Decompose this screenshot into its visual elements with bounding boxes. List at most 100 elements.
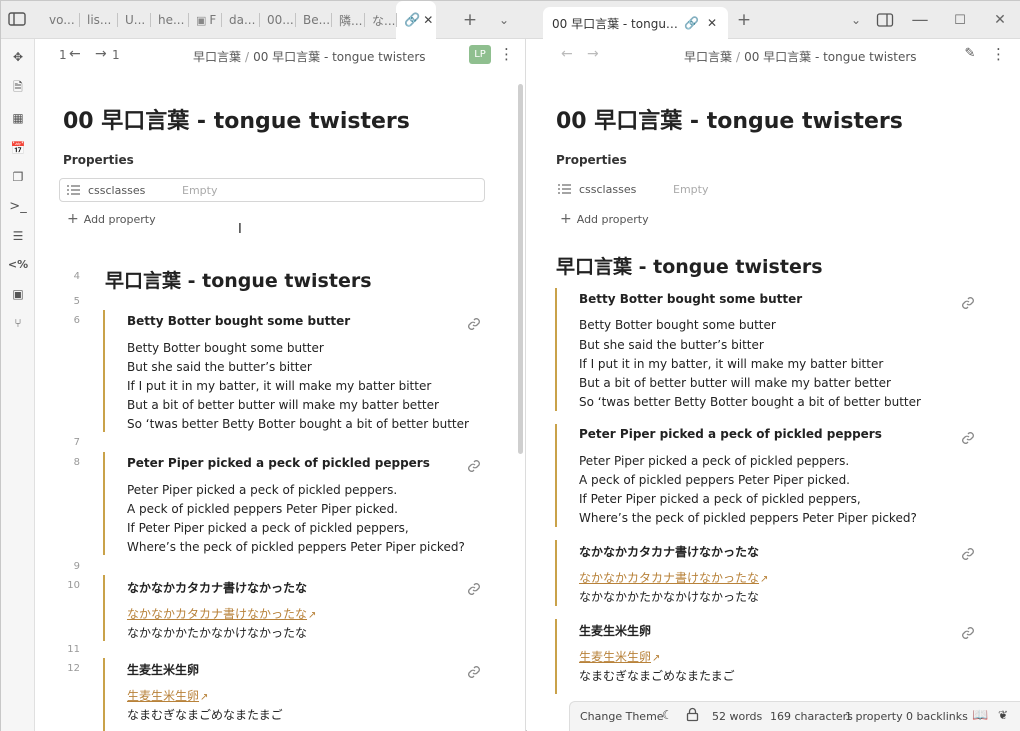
new-tab-icon[interactable]: + [734, 10, 754, 30]
callout-line: Where’s the peck of pickled peppers Pete… [127, 540, 465, 554]
external-link[interactable]: 生麦生米生卵↗ [579, 648, 660, 665]
canvas-icon[interactable]: ▦ [9, 109, 27, 127]
maximize-icon[interactable]: ☐ [950, 10, 970, 30]
tab-1[interactable]: lis... [79, 1, 117, 39]
callout-title: 生麦生米生卵 [579, 624, 652, 638]
property-key[interactable]: cssclasses [88, 184, 145, 197]
link-icon[interactable] [466, 664, 482, 680]
external-link[interactable]: 生麦生米生卵↗ [127, 687, 208, 704]
tab-6[interactable]: 00... [259, 1, 295, 39]
graph-view-icon[interactable]: ✥ [9, 48, 27, 66]
more-options-icon[interactable]: ⋮ [499, 45, 514, 63]
forward-arrow-icon[interactable]: → [587, 46, 599, 62]
tab-5[interactable]: da... [221, 1, 259, 39]
callout-betty-botter[interactable]: Betty Botter bought some butter Betty Bo… [103, 310, 489, 432]
tab-4[interactable]: ▣ F [188, 1, 221, 39]
breadcrumb-file[interactable]: 00 早口言葉 - tongue twisters [253, 50, 426, 64]
callout-peter-piper[interactable]: Peter Piper picked a peck of pickled pep… [103, 452, 489, 555]
change-theme-button[interactable]: Change Theme [580, 710, 664, 723]
moon-icon[interactable]: ☾ [662, 708, 673, 722]
tab-3[interactable]: he... [150, 1, 188, 39]
callout-betty-botter[interactable]: Betty Botter bought some butter Betty Bo… [555, 288, 985, 411]
calendar-icon[interactable]: 📅 [9, 139, 27, 157]
callout-line: So ‘twas better Betty Botter bought a bi… [127, 417, 469, 431]
open-quick-switcher-icon[interactable]: 🗎 [9, 79, 27, 97]
link-icon[interactable] [466, 581, 482, 597]
templater-icon[interactable]: <% [8, 255, 28, 273]
external-link[interactable]: なかなかカタカナ書けなかったな↗ [127, 605, 316, 622]
link-icon[interactable] [466, 316, 482, 332]
tab-7[interactable]: Be... [295, 1, 331, 39]
add-property-label: Add property [83, 213, 156, 226]
sync-feather-icon[interactable]: ❦ [998, 708, 1008, 722]
right-tab-active[interactable]: 00 早口言葉 - tongue t... 🔗 ✕ [543, 7, 728, 39]
external-link-icon: ↗ [200, 692, 209, 703]
external-link[interactable]: なかなかカタカナ書けなかったな↗ [579, 569, 768, 586]
callout-line: Where’s the peck of pickled peppers Pete… [579, 511, 917, 525]
tab-9[interactable]: な... [364, 1, 396, 39]
property-value-input[interactable]: Empty [182, 184, 217, 197]
new-tab-icon[interactable]: + [460, 10, 480, 30]
minimize-icon[interactable]: — [910, 10, 930, 30]
close-icon[interactable]: ✕ [707, 16, 717, 30]
view-header: 1 ← → 1 早口言葉/00 早口言葉 - tongue twisters L… [35, 39, 525, 71]
tab-8[interactable]: 隣... [331, 1, 364, 39]
book-icon[interactable]: 📖 [972, 708, 988, 723]
link-icon[interactable] [466, 458, 482, 474]
callout-namamugi[interactable]: 生麦生米生卵 生麦生米生卵↗ なまむぎなまごめなまたまご [555, 619, 985, 694]
callout-line: なまむぎなまごめなまたまご [127, 708, 283, 722]
callout-title: Peter Piper picked a peck of pickled pep… [579, 427, 882, 441]
forward-arrow-icon[interactable]: → [95, 46, 107, 62]
tab-2[interactable]: U... [117, 1, 150, 39]
status-bar: Change Theme ☾ 52 words 169 characters 1… [569, 701, 1020, 731]
git-branch-icon[interactable]: ⑂ [9, 314, 27, 332]
new-note-icon[interactable]: ☰ [9, 227, 27, 245]
close-icon[interactable]: ✕ [423, 13, 433, 27]
live-preview-badge[interactable]: LP [469, 45, 491, 64]
note-title[interactable]: 00 早口言葉 - tongue twisters [63, 103, 410, 135]
breadcrumb-folder[interactable]: 早口言葉 [193, 50, 241, 64]
property-key[interactable]: cssclasses [579, 183, 636, 196]
window-close-icon[interactable]: ✕ [990, 10, 1010, 30]
link-icon[interactable] [960, 295, 976, 311]
command-palette-icon[interactable]: >_ [9, 197, 27, 215]
link-icon[interactable] [960, 430, 976, 446]
forward-count: 1 [112, 48, 120, 62]
property-value-input[interactable]: Empty [673, 183, 708, 196]
link-icon[interactable] [960, 546, 976, 562]
chevron-down-icon[interactable]: ⌄ [494, 10, 514, 30]
property-row[interactable]: cssclasses Empty [551, 178, 977, 202]
line-number: 10 [67, 580, 80, 591]
callout-katakana[interactable]: なかなかカタカナ書けなかったな なかなかカタカナ書けなかったな↗ なかなかかたか… [103, 575, 489, 641]
add-property-button[interactable]: + Add property [560, 211, 649, 227]
line-number: 4 [73, 271, 80, 282]
note-heading[interactable]: 早口言葉 - tongue twisters [105, 266, 372, 293]
tab-0[interactable]: vo... [41, 1, 79, 39]
more-options-icon[interactable]: ⋮ [991, 45, 1006, 63]
chevron-down-icon[interactable]: ⌄ [846, 10, 866, 30]
external-link-icon: ↗ [652, 653, 661, 664]
templates-icon[interactable]: ❐ [9, 168, 27, 186]
right-sidebar-toggle-icon[interactable] [875, 10, 895, 30]
callout-namamugi[interactable]: 生麦生米生卵 生麦生米生卵↗ なまむぎなまごめなまたまご [103, 658, 489, 731]
backlinks-count[interactable]: 0 backlinks [906, 710, 968, 723]
callout-peter-piper[interactable]: Peter Piper picked a peck of pickled pep… [555, 424, 985, 527]
callout-title: Betty Botter bought some butter [127, 314, 351, 328]
property-count[interactable]: 1 property [845, 710, 903, 723]
property-row[interactable]: cssclasses Empty [59, 178, 485, 202]
link-icon[interactable] [960, 625, 976, 641]
callout-line: なかなかかたかなかけなかったな [579, 590, 760, 604]
sidebar-toggle-icon[interactable] [7, 10, 27, 28]
add-property-button[interactable]: + Add property [67, 211, 156, 227]
tab-active[interactable]: 🔗 ✕ [396, 1, 436, 39]
callout-line: なまむぎなまごめなまたまご [579, 669, 735, 683]
breadcrumb-file[interactable]: 00 早口言葉 - tongue twisters [744, 50, 917, 64]
back-arrow-icon[interactable]: ← [69, 46, 81, 62]
back-arrow-icon[interactable]: ← [561, 46, 573, 62]
lock-icon[interactable] [686, 707, 699, 725]
edit-pencil-icon[interactable]: ✎ [964, 45, 976, 63]
callout-katakana[interactable]: なかなかカタカナ書けなかったな なかなかカタカナ書けなかったな↗ なかなかかたか… [555, 540, 985, 606]
scrollbar[interactable] [518, 84, 523, 454]
breadcrumb-folder[interactable]: 早口言葉 [684, 50, 732, 64]
kanban-icon[interactable]: ▣ [9, 285, 27, 303]
